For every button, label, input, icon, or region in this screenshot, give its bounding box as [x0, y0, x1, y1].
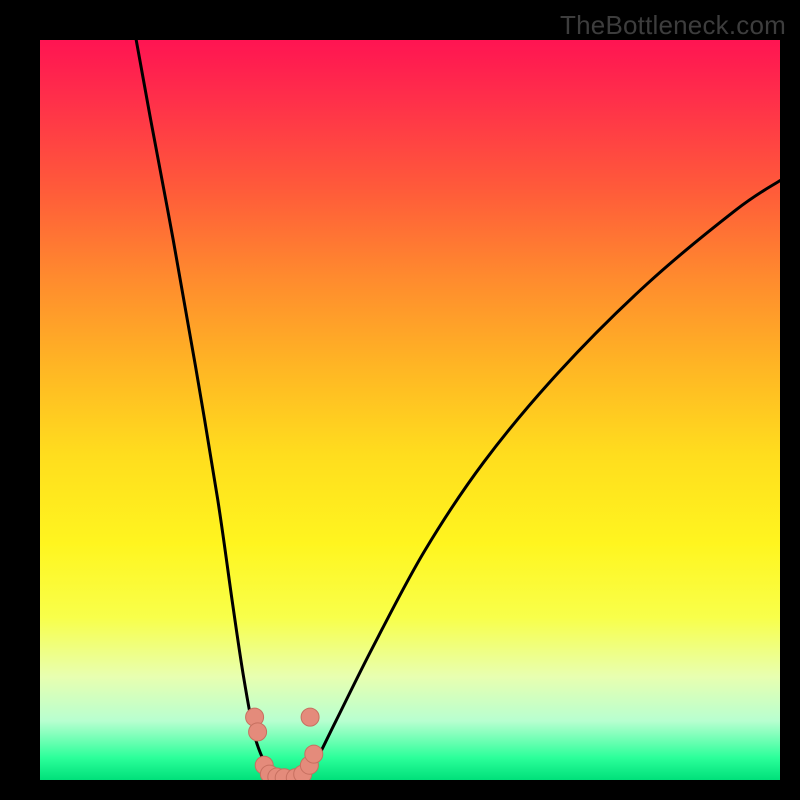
valley-marker	[301, 708, 319, 726]
watermark-text: TheBottleneck.com	[560, 10, 786, 41]
curve-left-branch	[136, 40, 273, 780]
chart-frame: TheBottleneck.com	[0, 0, 800, 800]
curve-right-branch	[303, 181, 780, 780]
valley-marker	[305, 745, 323, 763]
valley-marker	[249, 723, 267, 741]
plot-area	[40, 40, 780, 780]
bottleneck-curve-svg	[40, 40, 780, 780]
